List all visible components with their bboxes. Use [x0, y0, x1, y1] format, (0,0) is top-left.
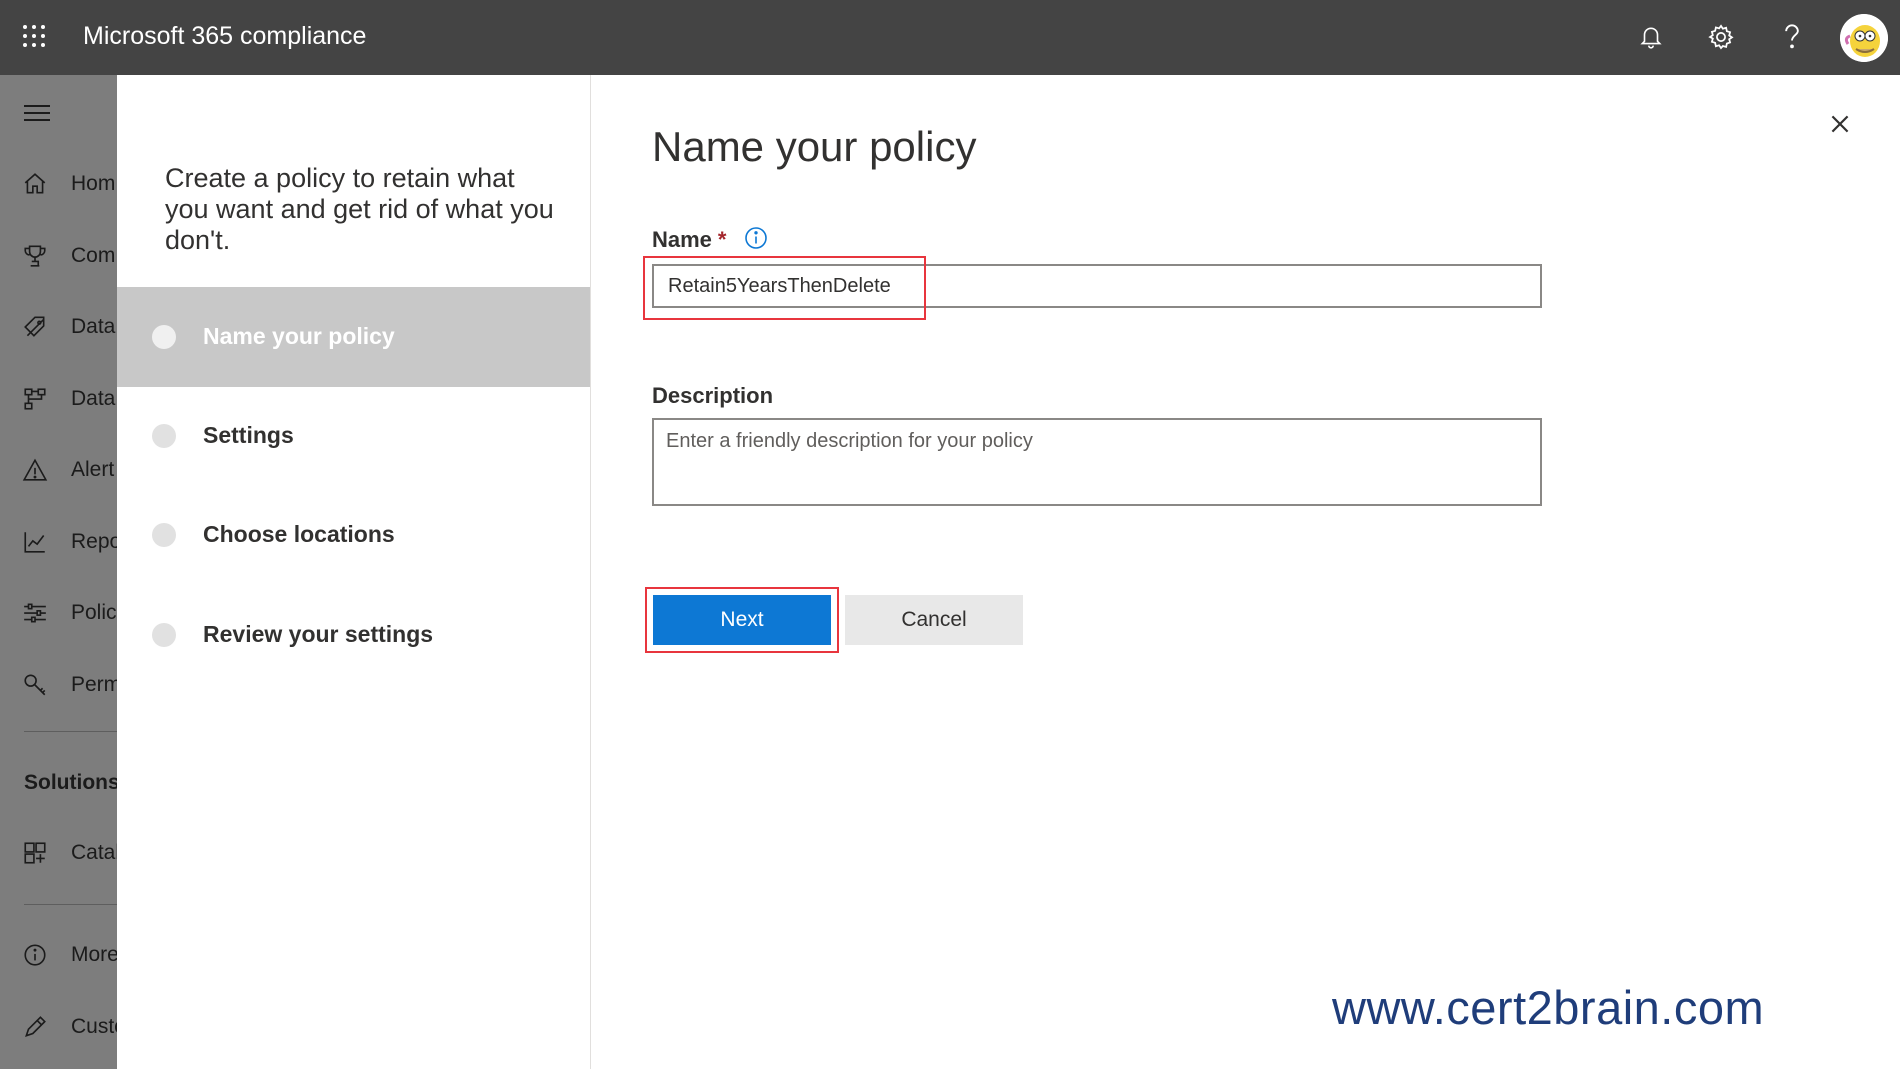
nav-item-permissions[interactable]: Perm: [0, 664, 117, 704]
description-input[interactable]: [652, 418, 1542, 506]
step-label: Settings: [203, 422, 294, 448]
info-icon: [24, 944, 46, 966]
step-name-your-policy[interactable]: Name your policy: [117, 287, 590, 387]
nav-label: Custo: [71, 1015, 117, 1038]
top-bar: Microsoft 365 compliance: [0, 0, 1900, 75]
nav-item-data-connectors[interactable]: Data: [0, 378, 117, 418]
step-label: Name your policy: [203, 323, 395, 349]
cancel-button[interactable]: Cancel: [845, 595, 1023, 645]
key-icon: [24, 674, 46, 696]
name-highlight-box: [643, 256, 926, 320]
nav-label: Data: [71, 315, 116, 338]
step-indicator: [152, 623, 176, 647]
sliders-icon: [24, 603, 46, 623]
avatar[interactable]: [1840, 14, 1888, 62]
nav-label: Com: [71, 244, 116, 267]
pencil-icon: [25, 1016, 46, 1037]
nav-section-solutions: Solutions: [24, 771, 117, 794]
gear-icon[interactable]: [1704, 20, 1738, 54]
wizard-intro: Create a policy to retain what you want …: [165, 163, 554, 255]
name-field-label: Name *: [652, 227, 726, 253]
nav-item-data-classification[interactable]: Data: [0, 306, 117, 346]
waffle-icon[interactable]: [22, 24, 46, 48]
nav-label: More: [71, 943, 117, 966]
name-label-text: Name: [652, 227, 712, 252]
nav-item-alerts[interactable]: Alert: [0, 449, 117, 489]
nav-label: Repo: [71, 530, 117, 553]
nav-label: Polic: [71, 601, 117, 624]
warning-icon: [22, 458, 48, 481]
tag-icon: [24, 316, 45, 337]
chart-icon: [24, 532, 45, 553]
step-label: Choose locations: [203, 521, 395, 547]
step-choose-locations[interactable]: Choose locations: [117, 485, 590, 585]
create-policy-wizard: Create a policy to retain what you want …: [117, 75, 1900, 1069]
step-indicator: [152, 325, 176, 349]
description-label: Description: [652, 383, 774, 408]
required-marker: *: [717, 227, 727, 252]
step-settings[interactable]: Settings: [117, 386, 590, 486]
bell-icon[interactable]: [1634, 20, 1668, 54]
close-icon[interactable]: [1827, 111, 1853, 137]
step-indicator: [152, 523, 176, 547]
watermark: www.cert2brain.com: [1332, 981, 1765, 1034]
wizard-form-pane: Name your policy Name* Description Next …: [591, 75, 1900, 1069]
nav-item-catalog[interactable]: Catal: [0, 832, 117, 872]
nav-label: Perm: [71, 673, 117, 696]
hamburger-icon[interactable]: [24, 103, 50, 123]
trophy-icon: [24, 245, 46, 267]
step-review-your-settings[interactable]: Review your settings: [117, 585, 590, 685]
step-indicator: [152, 424, 176, 448]
nav-item-compliance-manager[interactable]: Com: [0, 235, 117, 275]
nav-divider: [24, 731, 117, 732]
left-navigation: Hom Com Data Data Alert Repo Polic Perm …: [0, 75, 117, 1069]
nav-item-policies[interactable]: Polic: [0, 592, 117, 632]
app-title[interactable]: Microsoft 365 compliance: [83, 22, 366, 51]
nav-label: Catal: [71, 841, 117, 864]
flow-icon: [24, 388, 46, 410]
home-icon: [24, 173, 46, 194]
help-icon[interactable]: [1775, 20, 1809, 54]
page-title: Name your policy: [652, 123, 977, 170]
nav-label: Alert: [71, 458, 115, 481]
next-highlight-box: [645, 587, 839, 653]
nav-item-more-resources[interactable]: More: [0, 934, 117, 974]
grid-icon: [24, 842, 46, 864]
nav-label: Hom: [71, 172, 116, 195]
nav-item-home[interactable]: Hom: [0, 163, 117, 203]
step-label: Review your settings: [203, 621, 434, 647]
nav-label: Data: [71, 387, 116, 410]
info-icon[interactable]: [744, 226, 768, 250]
nav-item-reports[interactable]: Repo: [0, 521, 117, 561]
nav-item-customize[interactable]: Custo: [0, 1006, 117, 1046]
nav-divider: [24, 904, 117, 905]
wizard-steps-pane: Create a policy to retain what you want …: [117, 75, 591, 1069]
